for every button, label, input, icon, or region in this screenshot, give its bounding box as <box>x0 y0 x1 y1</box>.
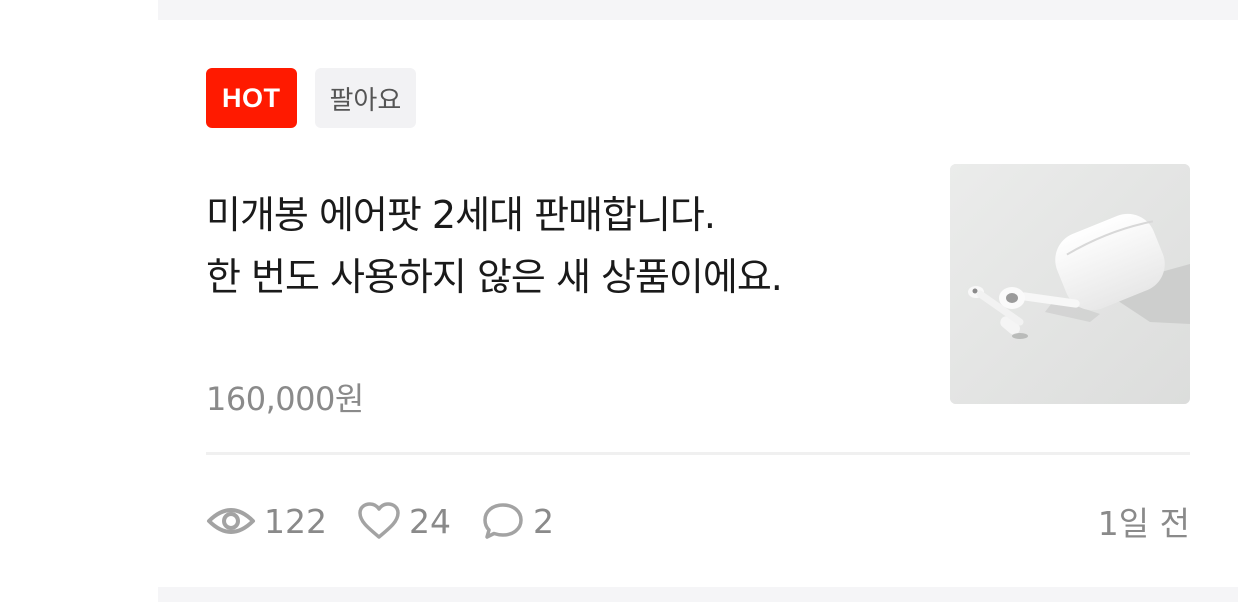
eye-icon <box>206 501 256 541</box>
page: HOT 팔아요 미개봉 에어팟 2세대 판매합니다. 한 번도 사용하지 않은 … <box>0 0 1238 602</box>
section-separator-top <box>158 0 1238 20</box>
speech-bubble-icon[interactable] <box>481 501 525 541</box>
views-stat: 122 <box>206 501 327 541</box>
likes-stat[interactable]: 24 <box>357 501 451 541</box>
views-count: 122 <box>264 501 327 541</box>
product-thumbnail[interactable] <box>950 164 1190 404</box>
likes-count: 24 <box>409 501 451 541</box>
divider <box>206 452 1190 455</box>
heart-icon[interactable] <box>357 501 401 541</box>
post-price: 160,000원 <box>206 380 364 418</box>
comments-stat[interactable]: 2 <box>481 501 554 541</box>
airpods-image <box>950 164 1190 404</box>
post-card[interactable]: HOT 팔아요 미개봉 에어팟 2세대 판매합니다. 한 번도 사용하지 않은 … <box>158 20 1238 587</box>
posted-time: 1일 전 <box>1097 504 1190 543</box>
post-stats: 122 24 2 <box>206 498 584 544</box>
category-badge: 팔아요 <box>314 68 417 128</box>
post-title-line-1: 미개봉 에어팟 2세대 판매합니다. <box>206 193 716 237</box>
post-title-line-2: 한 번도 사용하지 않은 새 상품이에요. <box>206 255 783 299</box>
comments-count: 2 <box>533 501 554 541</box>
badge-row: HOT 팔아요 <box>206 68 417 128</box>
section-separator-bottom <box>158 587 1238 602</box>
post-title[interactable]: 미개봉 에어팟 2세대 판매합니다. 한 번도 사용하지 않은 새 상품이에요. <box>206 184 896 308</box>
hot-badge: HOT <box>206 68 297 128</box>
